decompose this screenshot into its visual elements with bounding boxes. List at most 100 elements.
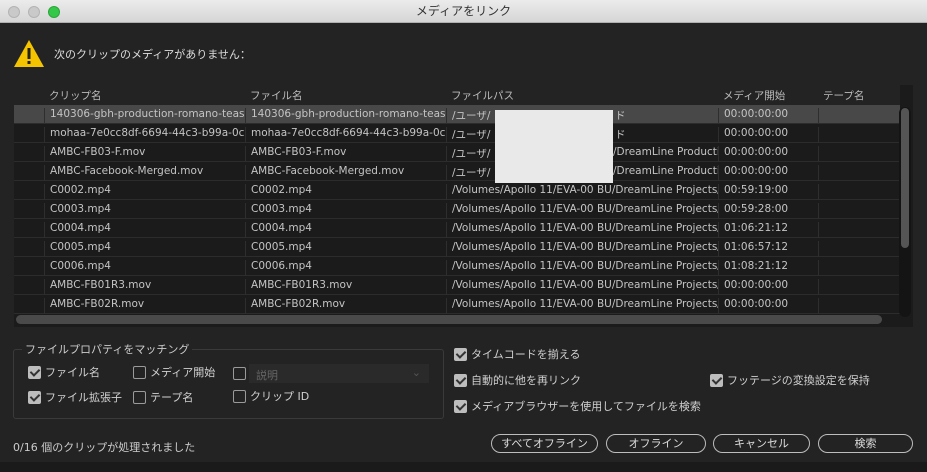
header-tape-name[interactable]: テープ名 xyxy=(818,88,864,103)
checkbox-unchecked[interactable] xyxy=(133,365,146,379)
checkbox-label: 自動的に他を再リンク xyxy=(471,374,581,387)
cell-tape xyxy=(818,279,900,295)
cell-file: 140306-gbh-production-romano-tease_xpm xyxy=(245,108,446,124)
cell-tape xyxy=(818,203,900,219)
cell-clip: C0006.mp4 xyxy=(44,260,245,276)
cell-file: C0005.mp4 xyxy=(245,241,446,257)
header-file-path[interactable]: ファイルパス xyxy=(446,88,514,103)
cell-path: /Volumes/Apollo 11/EVA-00 BU/DreamLine P… xyxy=(446,222,718,238)
cell-clip: AMBC-FB03-F.mov xyxy=(44,146,245,162)
offline-all-button[interactable]: すべてオフライン xyxy=(491,434,598,453)
checkbox-checked[interactable] xyxy=(710,373,723,387)
table-header: クリップ名 ファイル名 ファイルパス メディア開始 テープ名 xyxy=(14,85,900,105)
table-row[interactable]: mohaa-7e0cc8df-6694-44c3-b99a-0ca192aflm… xyxy=(14,124,900,143)
vertical-scroll-thumb[interactable] xyxy=(901,108,909,248)
table-row[interactable]: C0004.mp4 C0004.mp4/Volumes/Apollo 11/EVA… xyxy=(14,219,900,238)
cell-file: AMBC-FB01R3.mov xyxy=(245,279,446,295)
search-button[interactable]: 検索 xyxy=(818,434,913,453)
table-row[interactable]: C0003.mp4 C0003.mp4/Volumes/Apollo 11/EVA… xyxy=(14,200,900,219)
cell-path: /Volumes/Apollo 11/EVA-00 BU/DreamLine P… xyxy=(446,184,718,200)
zoom-window-button[interactable] xyxy=(48,6,60,18)
cell-tape xyxy=(818,222,900,238)
cell-tape xyxy=(818,165,900,181)
cell-file: AMBC-FB02R.mov xyxy=(245,298,446,314)
cell-path-suffix: /DreamLine Production xyxy=(613,165,718,177)
cell-file: C0006.mp4 xyxy=(245,260,446,276)
cell-clip: AMBC-FB02R.mov xyxy=(44,298,245,314)
cell-start: 00:59:28:00 xyxy=(718,203,818,219)
header-media-start[interactable]: メディア開始 xyxy=(718,88,785,103)
checkbox-checked[interactable] xyxy=(28,390,41,404)
table-row[interactable]: 140306-gbh-production-romano-tease_xpm14… xyxy=(14,105,900,124)
use-media-browser-checkbox[interactable]: メディアブラウザーを使用してファイルを検索 xyxy=(454,398,701,414)
checkbox-label: テープ名 xyxy=(150,391,194,404)
cell-start: 00:00:00:00 xyxy=(718,108,818,124)
close-window-button[interactable] xyxy=(8,6,20,18)
cell-clip: C0003.mp4 xyxy=(44,203,245,219)
align-timecode-checkbox[interactable]: タイムコードを揃える xyxy=(454,346,580,362)
minimize-window-button[interactable] xyxy=(28,6,40,18)
checkbox-label: ファイル名 xyxy=(45,366,100,379)
header-clip-name[interactable]: クリップ名 xyxy=(44,88,102,103)
offline-button[interactable]: オフライン xyxy=(606,434,706,453)
cell-file: mohaa-7e0cc8df-6694-44c3-b99a-0ca192afl xyxy=(245,127,446,143)
cell-start: 00:00:00:00 xyxy=(718,127,818,143)
preserve-footage-checkbox[interactable]: フッテージの変換設定を保持 xyxy=(710,372,870,388)
checkbox-checked[interactable] xyxy=(28,365,41,379)
checkbox-label: メディアブラウザーを使用してファイルを検索 xyxy=(471,400,701,413)
table-row[interactable]: C0006.mp4 C0006.mp4/Volumes/Apollo 11/EVA… xyxy=(14,257,900,276)
cell-clip: C0002.mp4 xyxy=(44,184,245,200)
background-strip xyxy=(0,462,927,472)
file-extension-checkbox[interactable]: ファイル拡張子 xyxy=(28,389,122,405)
table-row[interactable]: AMBC-Facebook-Merged.mov AMBC-Facebook-Me… xyxy=(14,162,900,181)
checkbox-unchecked[interactable] xyxy=(133,390,146,404)
description-dropdown[interactable]: 説明 ⌄ xyxy=(249,364,429,383)
checkbox-label: クリップ ID xyxy=(250,390,310,403)
redacted-area xyxy=(495,110,613,183)
title-bar: メディアをリンク xyxy=(0,0,927,23)
checkbox-unchecked[interactable] xyxy=(233,389,246,403)
cell-path-suffix: /DreamLine Production xyxy=(613,146,718,158)
cell-file: C0003.mp4 xyxy=(245,203,446,219)
horizontal-scrollbar[interactable] xyxy=(16,315,882,324)
cell-clip: mohaa-7e0cc8df-6694-44c3-b99a-0ca192afl xyxy=(44,127,245,143)
checkbox-checked[interactable] xyxy=(454,347,467,361)
clip-id-checkbox[interactable]: クリップ ID xyxy=(233,388,309,404)
cell-clip: C0005.mp4 xyxy=(44,241,245,257)
checkbox-unchecked[interactable] xyxy=(233,367,246,380)
cell-clip: C0004.mp4 xyxy=(44,222,245,238)
cell-start: 00:59:19:00 xyxy=(718,184,818,200)
cell-path: /Volumes/Apollo 11/EVA-00 BU/DreamLine P… xyxy=(446,203,718,219)
table-row[interactable]: C0005.mp4 C0005.mp4/Volumes/Apollo 11/EVA… xyxy=(14,238,900,257)
media-start-checkbox[interactable]: メディア開始 xyxy=(133,364,215,380)
cell-tape xyxy=(818,260,900,276)
match-properties-label: ファイルプロパティをマッチング xyxy=(22,341,193,357)
table-row[interactable]: AMBC-FB02R.mov AMBC-FB02R.mov/Volumes/Apo… xyxy=(14,295,900,314)
cell-tape xyxy=(818,146,900,162)
chevron-down-icon: ⌄ xyxy=(411,366,421,379)
cell-path: /Volumes/Apollo 11/EVA-00 BU/DreamLine P… xyxy=(446,279,718,295)
cell-start: 01:08:21:12 xyxy=(718,260,818,276)
cell-clip: AMBC-Facebook-Merged.mov xyxy=(44,165,245,181)
table-row[interactable]: AMBC-FB03-F.mov AMBC-FB03-F.mov/ユーザ/00:00… xyxy=(14,143,900,162)
cell-start: 00:00:00:00 xyxy=(718,279,818,295)
cell-path: /Volumes/Apollo 11/EVA-00 BU/DreamLine P… xyxy=(446,260,718,276)
cell-start: 00:00:00:00 xyxy=(718,146,818,162)
checkbox-label: メディア開始 xyxy=(150,366,216,379)
cell-tape xyxy=(818,241,900,257)
match-properties-group xyxy=(13,349,444,419)
cell-path: /Volumes/Apollo 11/EVA-00 BU/DreamLine P… xyxy=(446,241,718,257)
table-row[interactable]: AMBC-FB01R3.mov AMBC-FB01R3.mov/Volumes/A… xyxy=(14,276,900,295)
file-name-checkbox[interactable]: ファイル名 xyxy=(28,364,100,380)
description-checkbox[interactable] xyxy=(233,367,246,380)
header-file-name[interactable]: ファイル名 xyxy=(245,88,303,103)
checkbox-checked[interactable] xyxy=(454,399,467,413)
cancel-button[interactable]: キャンセル xyxy=(713,434,810,453)
cell-start: 01:06:57:12 xyxy=(718,241,818,257)
cell-path: /Volumes/Apollo 11/EVA-00 BU/DreamLine P… xyxy=(446,298,718,314)
auto-relink-checkbox[interactable]: 自動的に他を再リンク xyxy=(454,372,581,388)
cell-file: AMBC-FB03-F.mov xyxy=(245,146,446,162)
table-row[interactable]: C0002.mp4 C0002.mp4/Volumes/Apollo 11/EVA… xyxy=(14,181,900,200)
checkbox-checked[interactable] xyxy=(454,373,467,387)
tape-name-checkbox[interactable]: テープ名 xyxy=(133,389,193,405)
